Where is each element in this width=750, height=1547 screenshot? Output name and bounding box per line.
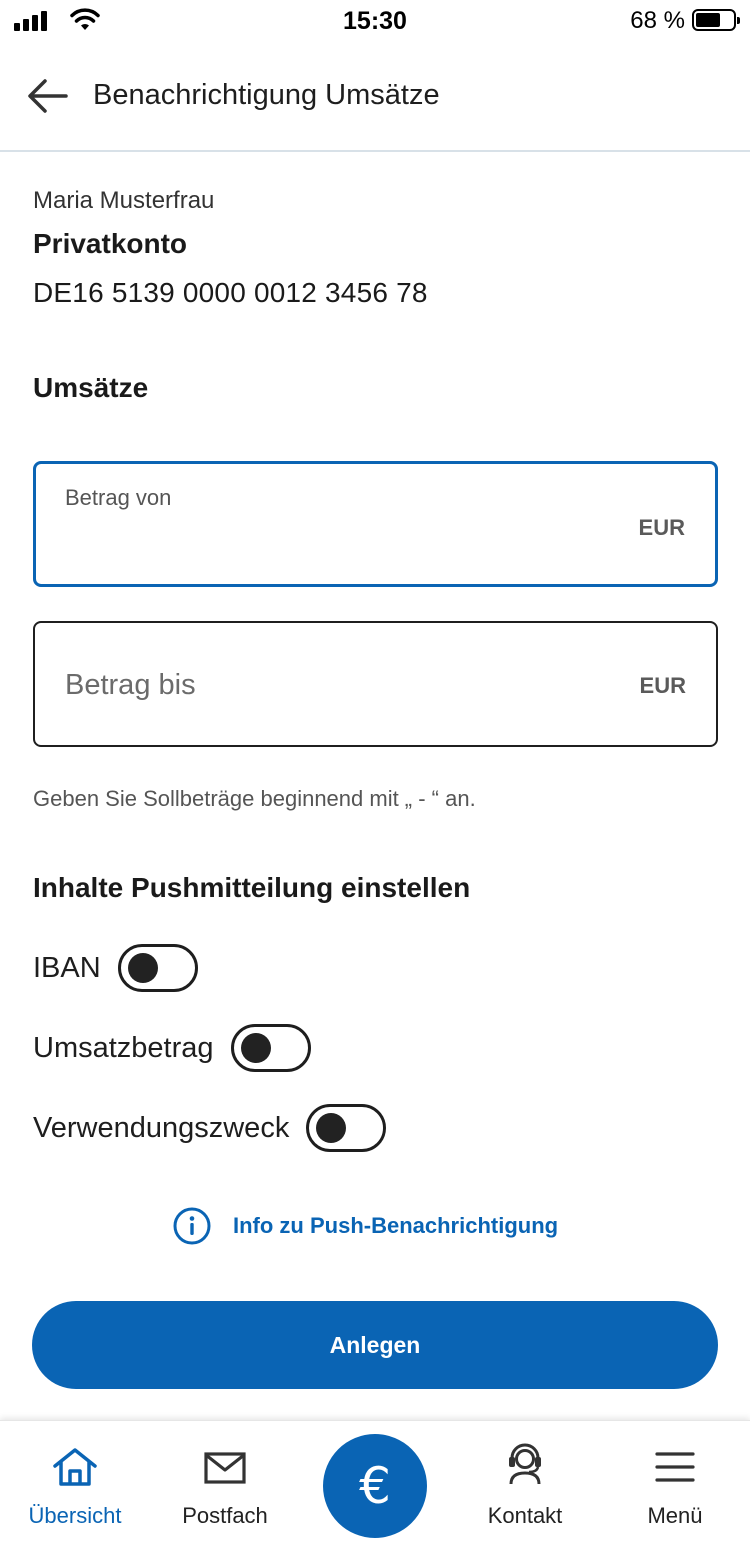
account-owner: Maria Musterfrau: [33, 187, 215, 214]
arrow-left-icon: [28, 79, 68, 113]
toggle-umsatzbetrag[interactable]: [230, 1024, 311, 1072]
euro-icon: €: [359, 1457, 391, 1515]
account-type: Privatkonto: [33, 228, 188, 259]
section-heading-push: Inhalte Pushmitteilung einstellen: [33, 872, 471, 903]
anlegen-button[interactable]: Anlegen: [32, 1301, 718, 1389]
toggle-knob: [240, 1033, 271, 1063]
amount-to-placeholder: Betrag bis: [65, 669, 196, 701]
home-icon: [53, 1448, 97, 1486]
app-header: Benachrichtigung Umsätze: [0, 42, 750, 152]
toggle-row-iban: IBAN: [33, 944, 198, 992]
info-circle-icon: [173, 1207, 211, 1245]
battery-percentage: 68 %: [630, 7, 685, 34]
toggle-knob: [316, 1113, 347, 1143]
nav-item-banking[interactable]: €: [323, 1434, 427, 1538]
nav-item-uebersicht[interactable]: Übersicht: [0, 1421, 150, 1547]
toggle-iban[interactable]: [117, 944, 198, 992]
amount-from-currency: EUR: [638, 515, 685, 540]
amount-hint: Geben Sie Sollbeträge beginnend mit „ - …: [33, 786, 476, 811]
amount-to-currency: EUR: [639, 673, 686, 698]
toggle-label-verwendungszweck: Verwendungszweck: [33, 1111, 290, 1144]
section-heading-umsaetze: Umsätze: [33, 372, 149, 403]
amount-to-input[interactable]: Betrag bis EUR: [33, 621, 718, 747]
nav-item-postfach[interactable]: Postfach: [150, 1421, 300, 1547]
toggle-row-verwendungszweck: Verwendungszweck: [33, 1104, 387, 1152]
back-button[interactable]: [26, 76, 70, 116]
hamburger-menu-icon: [655, 1452, 695, 1482]
headset-icon: [509, 1443, 541, 1485]
nav-label-uebersicht: Übersicht: [28, 1503, 122, 1528]
account-iban: DE16 5139 0000 0012 3456 78: [33, 277, 428, 308]
amount-from-label: Betrag von: [65, 485, 172, 510]
page-title: Benachrichtigung Umsätze: [93, 79, 440, 111]
toggle-row-umsatzbetrag: Umsatzbetrag: [33, 1024, 311, 1072]
info-push-link-label: Info zu Push-Benachrichtigung: [233, 1213, 559, 1238]
nav-item-kontakt[interactable]: Kontakt: [450, 1421, 600, 1547]
status-bar: 15:30 68 %: [0, 0, 750, 42]
toggle-label-iban: IBAN: [33, 951, 101, 984]
toggle-label-umsatzbetrag: Umsatzbetrag: [33, 1031, 214, 1064]
info-push-link[interactable]: Info zu Push-Benachrichtigung: [172, 1206, 558, 1246]
nav-item-menue[interactable]: Menü: [600, 1421, 750, 1547]
nav-label-kontakt: Kontakt: [487, 1503, 563, 1528]
amount-from-input[interactable]: Betrag von EUR: [33, 461, 718, 587]
bottom-navigation: Übersicht Postfach € Kontakt Menü: [0, 1420, 750, 1547]
nav-label-menue: Menü: [647, 1503, 703, 1528]
toggle-knob: [127, 953, 158, 983]
nav-label-postfach: Postfach: [182, 1503, 268, 1528]
mail-icon: [204, 1452, 246, 1484]
toggle-verwendungszweck[interactable]: [306, 1104, 387, 1152]
battery-icon: [692, 9, 740, 31]
